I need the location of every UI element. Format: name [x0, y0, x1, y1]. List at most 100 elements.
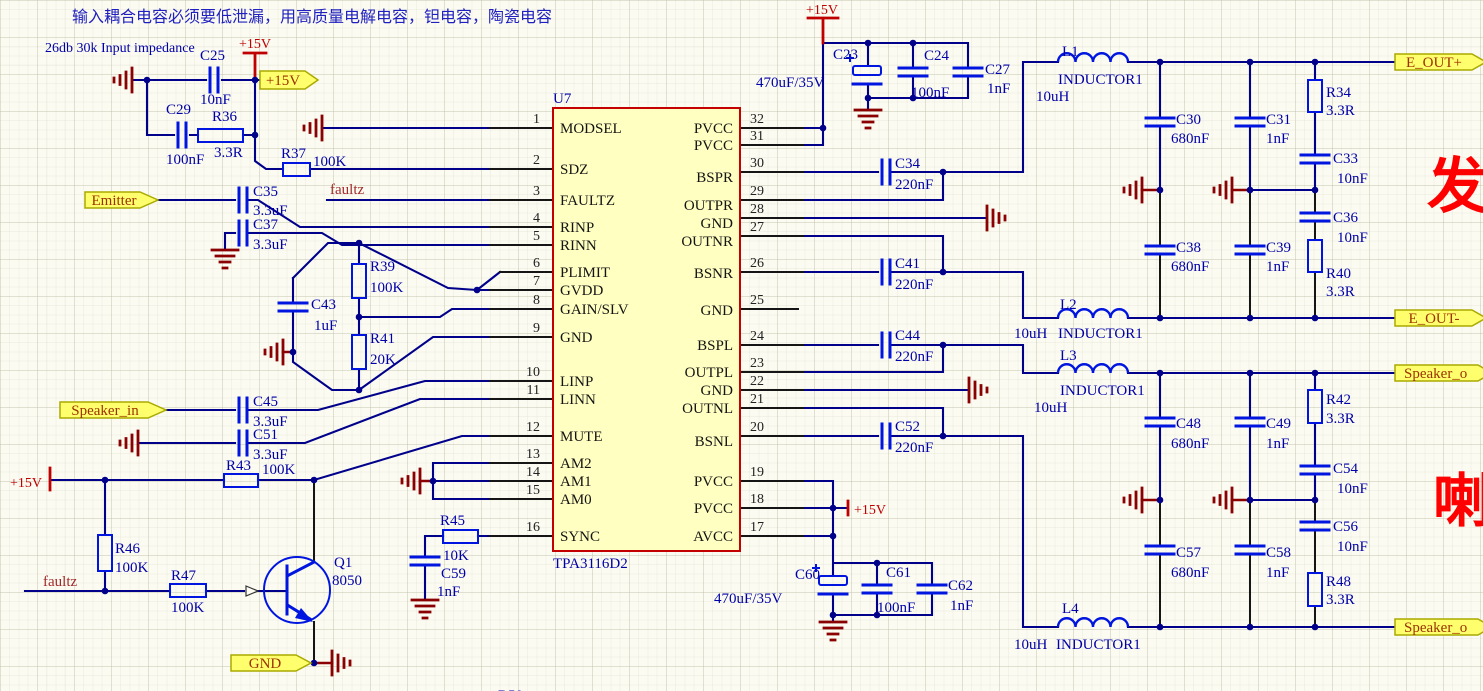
- ground-icon: [1122, 176, 1144, 204]
- component-value: 220nF: [895, 440, 933, 456]
- component-ref: R36: [212, 109, 238, 125]
- pin-number: 11: [527, 383, 540, 398]
- pin-number: 8: [533, 293, 540, 308]
- pin-name: RINN: [560, 238, 597, 254]
- port-label: Emitter: [92, 193, 137, 209]
- pin-name: BSPL: [697, 338, 733, 354]
- component-ref: C34: [895, 156, 921, 172]
- component-ref: Q1: [334, 555, 352, 571]
- ground-icon: [210, 248, 240, 270]
- component-value: 470uF/35V: [714, 591, 783, 607]
- component-value: 100K: [313, 154, 347, 170]
- port-e-out-plus[interactable]: E_OUT+: [1394, 53, 1483, 71]
- ground-icon: [818, 620, 848, 642]
- power-label: +15V: [854, 503, 886, 518]
- port-e-out-minus[interactable]: E_OUT-: [1394, 309, 1483, 327]
- component-value: 3.3uF: [253, 237, 288, 253]
- pin-name: OUTNL: [682, 401, 733, 417]
- pin-number: 9: [533, 321, 540, 336]
- component-value: 100nF: [877, 600, 915, 616]
- pin-number: 7: [533, 274, 540, 289]
- component-value: 1nF: [1266, 131, 1289, 147]
- net-label-faultz[interactable]: faultz: [43, 574, 77, 590]
- pin-name: MODSEL: [560, 121, 622, 137]
- resistor-R34: [1307, 79, 1323, 113]
- component-value: 100K: [370, 280, 404, 296]
- net-labels[interactable]: faultz faultz: [43, 182, 364, 590]
- component-value: 3.3R: [1326, 284, 1355, 300]
- pin-number: 13: [526, 447, 540, 462]
- port-speaker-out-minus[interactable]: Speaker_o: [1394, 618, 1483, 636]
- component-value: 100K: [115, 560, 149, 576]
- pin-name: OUTPR: [684, 198, 733, 214]
- inductor-L4: [1056, 617, 1130, 628]
- pin-number: 17: [750, 520, 764, 535]
- component-value: 100K: [262, 462, 296, 478]
- resistor-R41: [351, 334, 367, 370]
- component-value: 3.3R: [214, 145, 243, 161]
- pin-name: AVCC: [693, 529, 733, 545]
- resistor-R47: [169, 583, 207, 598]
- resistor-R46: [97, 534, 113, 572]
- component-ref: C31: [1266, 112, 1291, 128]
- pin-name: OUTPL: [685, 365, 733, 381]
- pin-name: RINP: [560, 220, 594, 236]
- pin-name: FAULTZ: [560, 193, 615, 209]
- pin-name: BSNL: [695, 434, 733, 450]
- resistor-R48: [1307, 572, 1323, 607]
- component-ref: R43: [226, 458, 251, 474]
- port-v15-label[interactable]: +15V: [259, 70, 320, 90]
- ground-icon: [410, 598, 440, 620]
- component-ref: C51: [253, 427, 278, 443]
- component-value: 680nF: [1171, 259, 1209, 275]
- component-value: 10nF: [1337, 539, 1368, 555]
- ic-part: TPA3116D2: [553, 556, 628, 572]
- component-ref: C43: [311, 297, 336, 313]
- pin-name: MUTE: [560, 429, 603, 445]
- component-ref: R45: [440, 513, 465, 529]
- pin-name: GND: [560, 330, 593, 346]
- component-ref: L1: [1062, 44, 1079, 60]
- component-ref: L2: [1060, 297, 1077, 313]
- note-top: 输入耦合电容必须要低泄漏，用高质量电解电容，钽电容，陶瓷电容: [72, 8, 552, 26]
- note-impedance: 26db 30k Input impedance: [45, 41, 195, 56]
- port-emitter[interactable]: Emitter: [84, 191, 160, 209]
- component-ref: C23: [833, 47, 858, 63]
- pin-name: PVCC: [694, 474, 733, 490]
- pin-name: PLIMIT: [560, 265, 610, 281]
- port-speaker-out-plus[interactable]: Speaker_o: [1394, 364, 1483, 382]
- component-value: 10nF: [1337, 230, 1368, 246]
- pin-number: 23: [750, 356, 764, 371]
- component-ref: C45: [253, 394, 278, 410]
- component-ref: L4: [1062, 601, 1079, 617]
- component-labels: C25 10nF C29 100nF R36 3.3R R37 100K C35…: [115, 44, 1368, 653]
- power-label: +15V: [239, 37, 271, 52]
- component-ref: C38: [1176, 240, 1201, 256]
- inductor-L3: [1056, 363, 1130, 374]
- pin-name: GAIN/SLV: [560, 302, 629, 318]
- component-ref: C36: [1333, 210, 1359, 226]
- port-speaker-in[interactable]: Speaker_in: [59, 401, 168, 419]
- pin-number: 10: [526, 365, 540, 380]
- ic-U7[interactable]: U7 TPA3116D2 1 2 3 4 5 6 7 8 9 10 11 12 …: [526, 91, 764, 572]
- component-ref: C33: [1333, 151, 1358, 167]
- pin-number: 18: [750, 492, 764, 507]
- ground-icon: [1212, 176, 1234, 204]
- component-value: 3.3R: [1326, 411, 1355, 427]
- component-ref: R41: [370, 331, 395, 347]
- component-ref: C30: [1176, 112, 1201, 128]
- component-value: 10nF: [1337, 171, 1368, 187]
- component-ref: C57: [1176, 545, 1202, 561]
- pin-number: 3: [533, 184, 540, 199]
- port-label: GND: [249, 656, 282, 672]
- ground-icon: [1212, 486, 1234, 514]
- port-gnd[interactable]: GND: [230, 654, 313, 672]
- net-label-faultz[interactable]: faultz: [330, 182, 364, 198]
- port-label: Speaker_o: [1404, 366, 1467, 382]
- pin-number: 26: [750, 256, 764, 271]
- pin-number: 12: [526, 420, 540, 435]
- component-ref: C56: [1333, 519, 1359, 535]
- pin-number: 5: [533, 229, 540, 244]
- component-value: 3.3R: [1326, 592, 1355, 608]
- pin-name: BSPR: [696, 170, 733, 186]
